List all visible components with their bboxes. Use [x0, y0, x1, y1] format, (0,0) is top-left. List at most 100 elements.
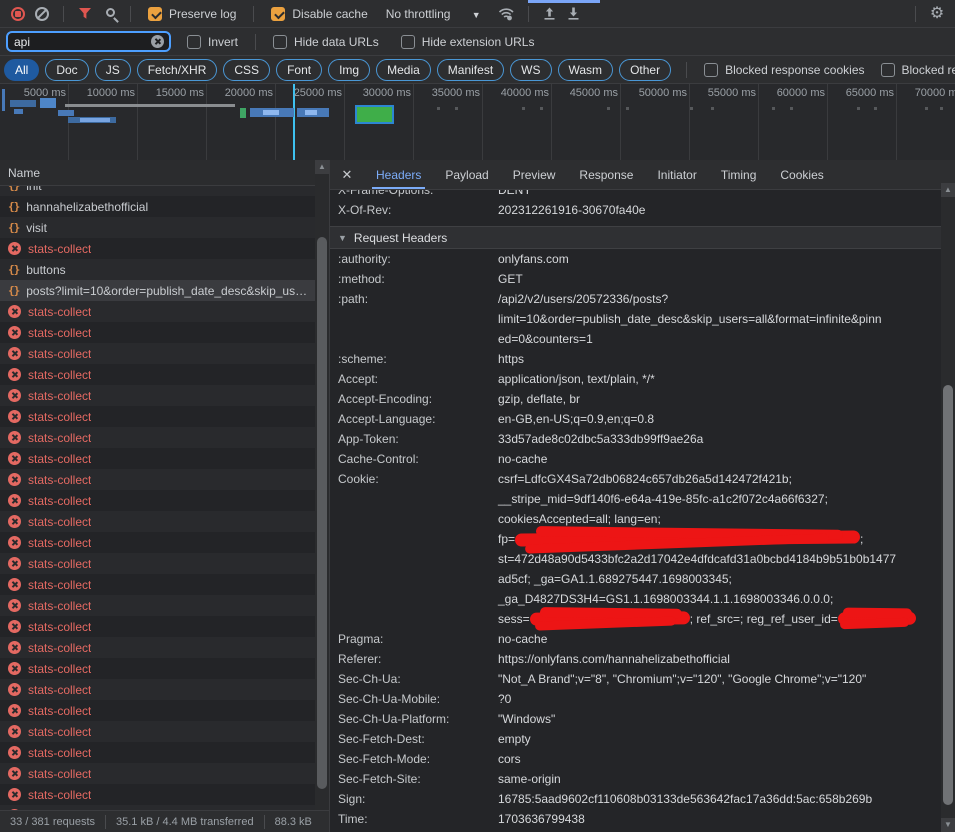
request-row[interactable]: stats-collect — [0, 469, 329, 490]
preserve-log-checkbox[interactable]: Preserve log — [148, 7, 236, 21]
request-row[interactable]: stats-collect — [0, 616, 329, 637]
filter-checkbox-label: Blocked response cookies — [725, 63, 864, 77]
filter-pill-ws[interactable]: WS — [510, 59, 551, 81]
close-details-button[interactable]: ✕ — [336, 167, 358, 183]
request-row[interactable]: stats-collect — [0, 721, 329, 742]
header-row: X-Of-Rev: 202312261916-30670fa40e — [330, 200, 941, 220]
request-row[interactable]: stats-collect — [0, 532, 329, 553]
tab-payload[interactable]: Payload — [433, 160, 500, 189]
header-name: Cache-Control: — [338, 449, 498, 469]
header-row: :path:/api2/v2/users/20572336/posts?limi… — [330, 289, 941, 349]
request-row[interactable]: stats-collect — [0, 511, 329, 532]
request-row[interactable]: stats-collect — [0, 658, 329, 679]
request-row[interactable]: stats-collect — [0, 637, 329, 658]
request-row[interactable]: stats-collect — [0, 700, 329, 721]
scroll-up-icon[interactable]: ▲ — [941, 183, 955, 197]
filter-input[interactable] — [6, 31, 171, 52]
scroll-up-icon[interactable]: ▲ — [315, 160, 329, 174]
scrollbar-thumb[interactable] — [943, 385, 953, 805]
tab-preview[interactable]: Preview — [501, 160, 568, 189]
request-list-scrollbar[interactable]: ▲ — [315, 160, 329, 810]
filter-pill-manifest[interactable]: Manifest — [437, 59, 504, 81]
request-row[interactable]: stats-collect — [0, 364, 329, 385]
tab-timing[interactable]: Timing — [709, 160, 769, 189]
invert-checkbox[interactable]: Invert — [187, 35, 238, 49]
filter-pill-img[interactable]: Img — [328, 59, 370, 81]
request-row[interactable]: stats-collect — [0, 490, 329, 511]
import-har-button[interactable] — [538, 2, 562, 26]
timeline-tick-label: 45000 ms — [550, 87, 618, 99]
filter-checkbox-blocked-response-cookies[interactable]: Blocked response cookies — [704, 63, 864, 77]
record-network-log-button[interactable] — [6, 2, 30, 26]
search-button[interactable] — [97, 2, 121, 26]
header-row: Sec-Ch-Ua-Mobile:?0 — [330, 689, 941, 709]
network-conditions-button[interactable] — [495, 2, 519, 26]
name-column-header[interactable]: Name — [0, 160, 329, 186]
filter-checkbox-blocked-requests[interactable]: Blocked requests — [881, 63, 955, 77]
request-row[interactable]: stats-collect — [0, 574, 329, 595]
filter-pill-font[interactable]: Font — [276, 59, 322, 81]
header-value: same-origin — [498, 769, 941, 789]
scrollbar-thumb[interactable] — [317, 237, 327, 789]
disable-cache-checkbox[interactable]: Disable cache — [271, 7, 367, 21]
hide-data-urls-checkbox[interactable]: Hide data URLs — [273, 35, 379, 49]
header-value-text: csrf=LdfcGX4Sa72db06824c657db26a5d142472… — [498, 472, 792, 486]
header-value: 16785:5aad9602cf110608b03133de563642fac1… — [498, 789, 941, 809]
error-icon — [8, 704, 21, 717]
tab-cookies[interactable]: Cookies — [768, 160, 835, 189]
request-row[interactable]: stats-collect — [0, 427, 329, 448]
request-row[interactable]: stats-collect — [0, 343, 329, 364]
details-scrollbar[interactable]: ▲ ▼ — [941, 183, 955, 832]
scroll-down-icon[interactable]: ▼ — [941, 818, 955, 832]
request-row[interactable]: stats-collect — [0, 784, 329, 805]
settings-button[interactable]: ⚙ — [925, 2, 949, 26]
throttling-dropdown[interactable]: No throttling ▼ — [386, 7, 481, 21]
request-row[interactable]: {}buttons — [0, 259, 329, 280]
request-row[interactable]: stats-collect — [0, 385, 329, 406]
request-row[interactable]: stats-collect — [0, 301, 329, 322]
request-row[interactable]: stats-collect — [0, 595, 329, 616]
request-row[interactable]: stats-collect — [0, 448, 329, 469]
toolbar-divider — [686, 62, 687, 78]
tab-initiator[interactable]: Initiator — [645, 160, 708, 189]
header-row: App-Token:33d57ade8c02dbc5a333db99ff9ae2… — [330, 429, 941, 449]
filter-pill-css[interactable]: CSS — [223, 59, 270, 81]
waterfall-dot — [874, 107, 877, 110]
header-row: Cache-Control:no-cache — [330, 449, 941, 469]
request-row[interactable]: stats-collect — [0, 553, 329, 574]
filter-pill-fetch-xhr[interactable]: Fetch/XHR — [137, 59, 218, 81]
request-row[interactable]: stats-collect — [0, 679, 329, 700]
request-row[interactable]: {}hannahelizabethofficial — [0, 196, 329, 217]
header-value: application/json, text/plain, */* — [498, 369, 941, 389]
request-headers-section-header[interactable]: ▼ Request Headers — [330, 226, 941, 249]
request-row[interactable]: stats-collect — [0, 406, 329, 427]
request-row[interactable]: {}init — [0, 186, 329, 196]
filter-pill-all[interactable]: All — [4, 59, 39, 81]
chevron-down-icon: ▼ — [472, 10, 481, 20]
waterfall-bar — [58, 110, 74, 116]
request-row[interactable]: {}posts?limit=10&order=publish_date_desc… — [0, 280, 329, 301]
request-name: stats-collect — [28, 431, 91, 445]
filter-pill-wasm[interactable]: Wasm — [558, 59, 614, 81]
request-row[interactable]: {}visit — [0, 217, 329, 238]
clear-network-log-button[interactable] — [30, 2, 54, 26]
export-har-button[interactable] — [562, 2, 586, 26]
filter-pill-media[interactable]: Media — [376, 59, 431, 81]
tab-headers[interactable]: Headers — [364, 160, 433, 189]
request-row[interactable]: stats-collect — [0, 742, 329, 763]
tab-response[interactable]: Response — [567, 160, 645, 189]
hide-extension-urls-checkbox[interactable]: Hide extension URLs — [401, 35, 535, 49]
request-row[interactable]: stats-collect — [0, 238, 329, 259]
header-value: onlyfans.com — [498, 249, 941, 269]
timeline-overview[interactable]: 5000 ms10000 ms15000 ms20000 ms25000 ms3… — [0, 84, 955, 161]
clear-filter-icon[interactable] — [151, 35, 164, 48]
filter-pill-js[interactable]: JS — [95, 59, 131, 81]
filter-pill-doc[interactable]: Doc — [45, 59, 88, 81]
waterfall-dot — [790, 107, 793, 110]
filter-toggle-button[interactable] — [73, 2, 97, 26]
timeline-cursor-line — [293, 84, 295, 160]
filter-pill-other[interactable]: Other — [619, 59, 671, 81]
request-row[interactable]: stats-collect — [0, 763, 329, 784]
request-row[interactable]: stats-collect — [0, 322, 329, 343]
error-icon — [8, 305, 21, 318]
